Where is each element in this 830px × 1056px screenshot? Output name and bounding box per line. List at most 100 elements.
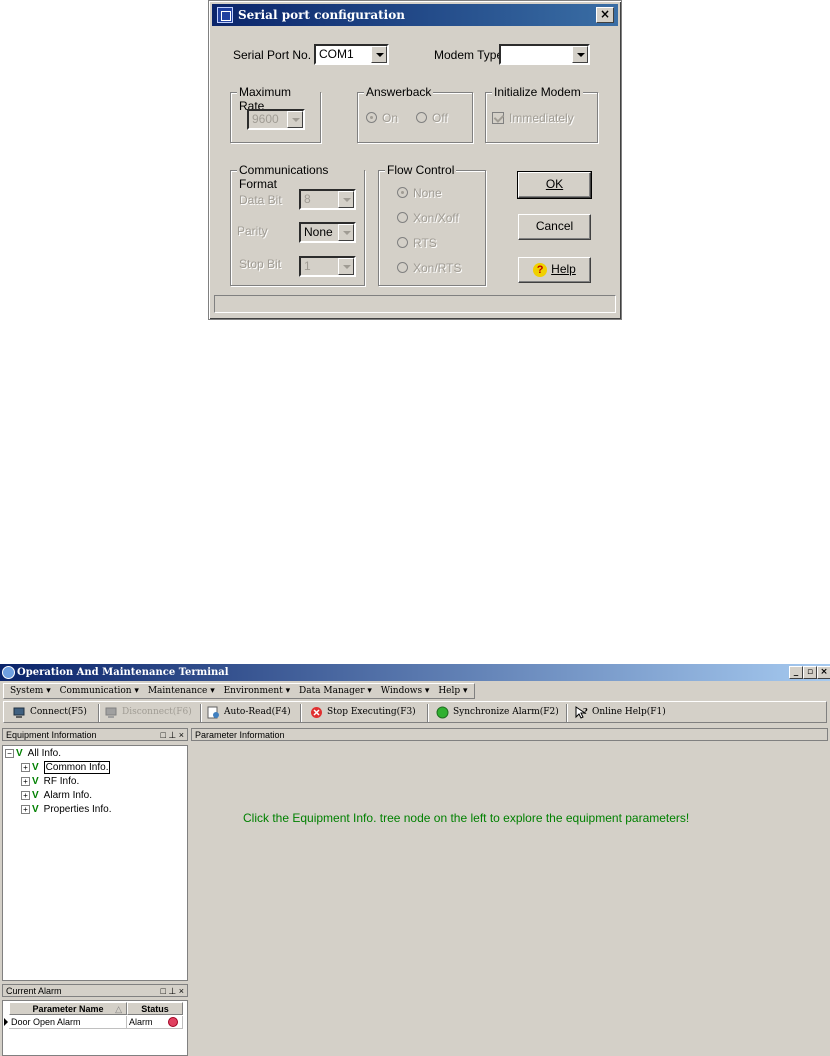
- radio-selected-icon: [366, 112, 377, 123]
- tree-node-all-info[interactable]: − V All Info.: [5, 748, 61, 759]
- help-icon: ?: [533, 263, 548, 277]
- cancel-button[interactable]: Cancel: [518, 214, 591, 240]
- flow-rts-radio[interactable]: RTS: [397, 236, 437, 250]
- flow-rts-label: RTS: [413, 236, 437, 250]
- modem-type-label: Modem Type: [434, 48, 504, 62]
- connect-label: Connect(F5): [30, 707, 87, 717]
- restore-button[interactable]: ▫: [803, 666, 817, 679]
- checkbox-checked-icon: [492, 112, 504, 124]
- disconnect-button[interactable]: Disconnect(F6): [102, 703, 192, 722]
- table-row[interactable]: Door Open Alarm: [9, 1016, 127, 1029]
- svg-text:?: ?: [583, 706, 588, 716]
- sort-icon: △: [115, 1004, 122, 1014]
- menu-system[interactable]: System ▾: [10, 686, 51, 696]
- answerback-on-radio[interactable]: On: [366, 111, 398, 125]
- synchronize-alarm-button[interactable]: Synchronize Alarm(F2): [433, 703, 559, 722]
- toolbar: Connect(F5) Disconnect(F6) Auto-Read(F4)…: [3, 701, 827, 723]
- expand-icon[interactable]: +: [21, 805, 30, 814]
- auto-read-button[interactable]: Auto-Read(F4): [204, 703, 291, 722]
- pane-controls[interactable]: □ ⊥ ×: [160, 985, 184, 997]
- immediately-label: Immediately: [509, 111, 574, 125]
- expand-icon[interactable]: +: [21, 763, 30, 772]
- expand-icon[interactable]: +: [21, 777, 30, 786]
- equipment-tree: − V All Info. + V Common Info. + V RF Info. + V…: [2, 745, 188, 981]
- hint-message: Click the Equipment Info. tree node on t…: [243, 811, 690, 825]
- radio-selected-icon: [397, 187, 408, 198]
- stop-bit-select[interactable]: 1: [299, 256, 356, 277]
- node-icon: V: [32, 762, 39, 773]
- synchronize-icon: [436, 706, 449, 719]
- connect-button[interactable]: Connect(F5): [10, 703, 87, 722]
- alarm-pane-title: Current Alarm: [6, 986, 62, 996]
- tree-node-label: Properties Info.: [43, 804, 112, 815]
- column-header-parameter-name[interactable]: Parameter Name △: [9, 1002, 127, 1015]
- row-pointer-icon: [4, 1018, 8, 1026]
- serial-port-value: COM1: [319, 47, 354, 61]
- ok-button[interactable]: OK: [517, 171, 592, 199]
- serial-port-select[interactable]: COM1: [314, 44, 389, 65]
- close-button[interactable]: ×: [596, 7, 614, 23]
- menu-communication[interactable]: Communication ▾: [60, 686, 139, 696]
- flow-none-radio[interactable]: None: [397, 186, 442, 200]
- pane-controls[interactable]: □ ⊥ ×: [160, 729, 184, 741]
- chevron-down-icon[interactable]: [338, 224, 354, 241]
- online-help-button[interactable]: ? Online Help(F1): [572, 703, 666, 722]
- close-button[interactable]: ×: [817, 666, 830, 679]
- tree-node-properties-info[interactable]: + V Properties Info.: [21, 804, 111, 815]
- app-title-bar[interactable]: Operation And Maintenance Terminal _ ▫ ×: [0, 664, 830, 681]
- node-icon: V: [32, 790, 39, 801]
- dialog-title-bar[interactable]: Serial port configuration ×: [212, 4, 618, 26]
- minimize-button[interactable]: _: [789, 666, 803, 679]
- tree-node-alarm-info[interactable]: + V Alarm Info.: [21, 790, 92, 801]
- flow-xon-xoff-radio[interactable]: Xon/Xoff: [397, 211, 459, 225]
- chevron-down-icon[interactable]: [371, 46, 387, 63]
- menu-windows[interactable]: Windows ▾: [381, 686, 430, 696]
- answerback-on-label: On: [382, 111, 399, 125]
- data-bit-select[interactable]: 8: [299, 189, 356, 210]
- disconnect-label: Disconnect(F6): [122, 707, 192, 717]
- answerback-off-radio[interactable]: Off: [416, 111, 448, 125]
- chevron-down-icon[interactable]: [338, 191, 354, 208]
- cancel-label: Cancel: [535, 219, 574, 233]
- table-row-status[interactable]: Alarm: [127, 1016, 183, 1029]
- node-icon: V: [32, 776, 39, 787]
- chevron-down-icon[interactable]: [287, 111, 303, 128]
- toolbar-separator: [300, 704, 302, 722]
- tree-node-rf-info[interactable]: + V RF Info.: [21, 776, 79, 787]
- maximum-rate-select[interactable]: 9600: [247, 109, 305, 130]
- communications-format-title: Communications Format: [237, 163, 364, 191]
- flow-xon-rts-radio[interactable]: Xon/RTS: [397, 261, 461, 275]
- menu-help[interactable]: Help ▾: [438, 686, 467, 696]
- column-header-status[interactable]: Status: [127, 1002, 183, 1015]
- tree-node-label: RF Info.: [43, 776, 80, 787]
- menu-environment[interactable]: Environment ▾: [224, 686, 291, 696]
- immediately-checkbox[interactable]: Immediately: [492, 111, 574, 125]
- parity-select[interactable]: None: [299, 222, 356, 243]
- flow-none-label: None: [413, 186, 442, 200]
- radio-icon: [397, 262, 408, 273]
- expand-icon[interactable]: +: [21, 791, 30, 800]
- alarm-name-cell: Door Open Alarm: [11, 1017, 81, 1027]
- collapse-icon[interactable]: −: [5, 749, 14, 758]
- auto-read-label: Auto-Read(F4): [224, 707, 291, 717]
- radio-icon: [397, 237, 408, 248]
- tree-node-label: Alarm Info.: [43, 790, 93, 801]
- tree-node-label: Common Info.: [43, 761, 111, 774]
- app-title: Operation And Maintenance Terminal: [17, 667, 229, 678]
- synchronize-alarm-label: Synchronize Alarm(F2): [453, 707, 559, 717]
- stop-bit-label: Stop Bit: [239, 257, 282, 271]
- serial-port-icon: [217, 7, 233, 23]
- parameter-pane-header: Parameter Information: [191, 728, 828, 741]
- menu-maintenance[interactable]: Maintenance ▾: [148, 686, 215, 696]
- menu-data-manager[interactable]: Data Manager ▾: [299, 686, 372, 696]
- help-button[interactable]: ? Help: [518, 257, 591, 283]
- chevron-down-icon[interactable]: [338, 258, 354, 275]
- chevron-down-icon[interactable]: [572, 46, 588, 63]
- alarm-status-cell: Alarm: [129, 1017, 153, 1027]
- stop-executing-button[interactable]: Stop Executing(F3): [307, 703, 416, 722]
- serial-port-dialog: Serial port configuration × Serial Port …: [208, 0, 622, 320]
- data-bit-label: Data Bit: [239, 193, 282, 207]
- tree-node-common-info[interactable]: + V Common Info.: [21, 761, 111, 774]
- data-bit-value: 8: [304, 192, 311, 206]
- modem-type-select[interactable]: [499, 44, 590, 65]
